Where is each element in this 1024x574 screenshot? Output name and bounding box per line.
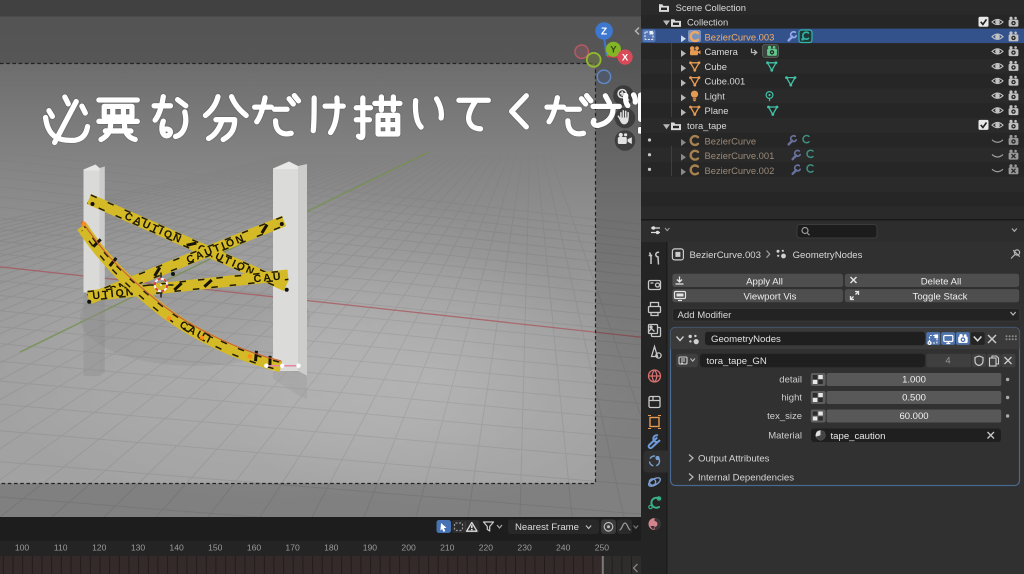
svg-text:Plane: Plane xyxy=(705,105,729,116)
svg-text:Viewport Vis: Viewport Vis xyxy=(744,292,797,303)
svg-text:170: 170 xyxy=(285,543,300,553)
svg-text:60.000: 60.000 xyxy=(899,411,928,422)
svg-text:Cube.001: Cube.001 xyxy=(705,76,746,87)
svg-text:Collection: Collection xyxy=(687,17,728,28)
svg-text:240: 240 xyxy=(556,543,571,553)
svg-text:Nearest Frame: Nearest Frame xyxy=(515,522,579,533)
svg-text:Camera: Camera xyxy=(705,46,739,57)
svg-text:BezierCurve: BezierCurve xyxy=(705,135,757,146)
svg-text:Scene Collection: Scene Collection xyxy=(676,2,746,13)
svg-text:BezierCurve.001: BezierCurve.001 xyxy=(705,150,775,161)
svg-text:0.500: 0.500 xyxy=(902,393,926,404)
svg-text:250: 250 xyxy=(595,543,610,553)
svg-text:Material: Material xyxy=(768,431,802,442)
svg-text:230: 230 xyxy=(517,543,532,553)
svg-text:BezierCurve.002: BezierCurve.002 xyxy=(705,165,775,176)
svg-text:Delete All: Delete All xyxy=(921,276,962,287)
svg-text:detail: detail xyxy=(779,375,802,386)
svg-text:120: 120 xyxy=(92,543,107,553)
svg-text:Internal Dependencies: Internal Dependencies xyxy=(698,473,794,484)
svg-text:Add Modifier: Add Modifier xyxy=(678,310,733,321)
svg-text:130: 130 xyxy=(131,543,146,553)
svg-text:180: 180 xyxy=(324,543,339,553)
svg-text:GeometryNodes: GeometryNodes xyxy=(793,250,863,261)
svg-text:X: X xyxy=(622,53,629,64)
svg-text:Output Attributes: Output Attributes xyxy=(698,454,770,465)
svg-text:GeometryNodes: GeometryNodes xyxy=(711,334,781,345)
svg-text:tape_caution: tape_caution xyxy=(831,431,886,442)
svg-text:hight: hight xyxy=(781,393,802,404)
svg-text:4: 4 xyxy=(945,356,950,367)
svg-text:BezierCurve.003: BezierCurve.003 xyxy=(690,250,761,261)
svg-text:150: 150 xyxy=(208,543,223,553)
svg-text:200: 200 xyxy=(401,543,416,553)
svg-text:Toggle Stack: Toggle Stack xyxy=(913,292,968,303)
svg-text:BezierCurve.003: BezierCurve.003 xyxy=(705,31,775,42)
svg-text:tex_size: tex_size xyxy=(767,411,802,422)
svg-text:1.000: 1.000 xyxy=(902,375,926,386)
svg-text:100: 100 xyxy=(15,543,30,553)
svg-text:Apply All: Apply All xyxy=(746,276,783,287)
svg-text:110: 110 xyxy=(54,543,68,553)
svg-text:Light: Light xyxy=(705,90,726,101)
svg-text:Z: Z xyxy=(601,27,607,38)
svg-text:Y: Y xyxy=(610,45,617,56)
svg-text:220: 220 xyxy=(479,543,494,553)
svg-text:tora_tape_GN: tora_tape_GN xyxy=(707,356,767,367)
svg-text:210: 210 xyxy=(440,543,455,553)
svg-text:160: 160 xyxy=(247,543,262,553)
svg-text:140: 140 xyxy=(169,543,184,553)
svg-text:tora_tape: tora_tape xyxy=(687,120,727,131)
svg-text:190: 190 xyxy=(363,543,378,553)
svg-text:Cube: Cube xyxy=(705,61,727,72)
